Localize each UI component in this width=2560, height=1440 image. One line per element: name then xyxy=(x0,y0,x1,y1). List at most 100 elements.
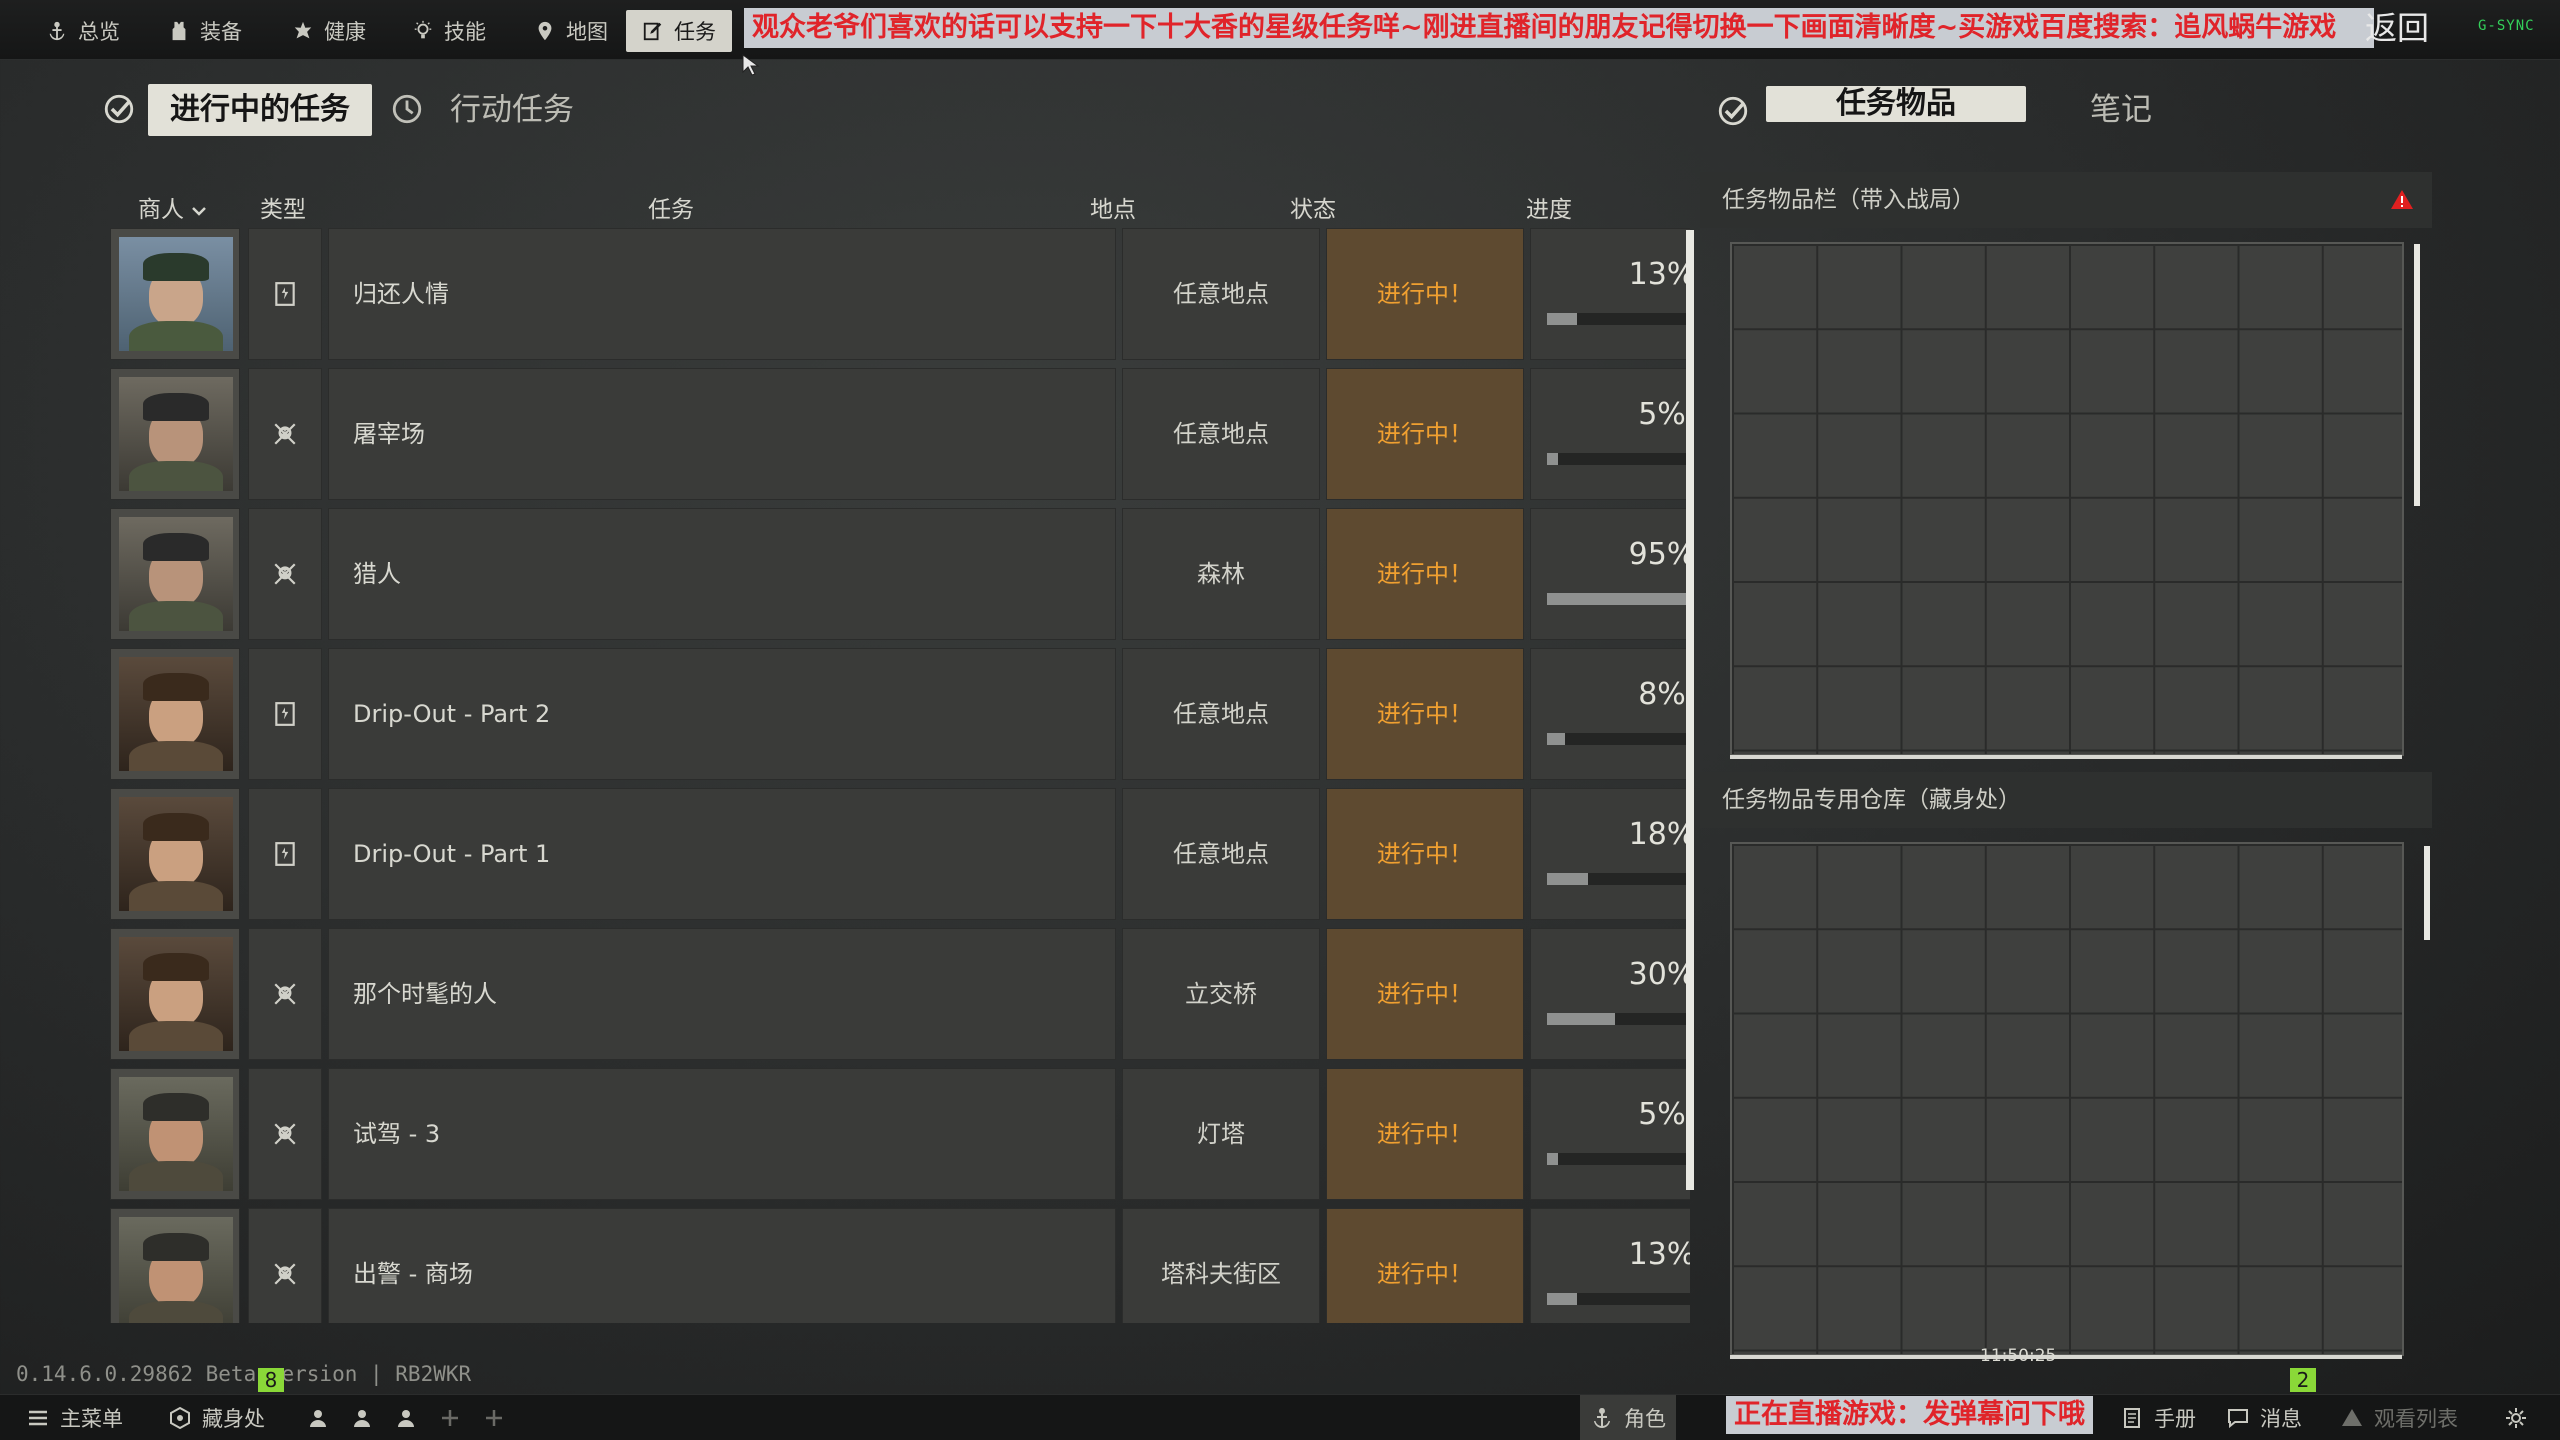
squad-slot-2[interactable] xyxy=(340,1395,384,1440)
progress-percent: 13% xyxy=(1628,257,1690,292)
header-location[interactable]: 地点 xyxy=(1090,190,1136,224)
task-type-cell xyxy=(248,1068,322,1200)
task-status: 进行中！ xyxy=(1326,788,1524,920)
warning-icon xyxy=(2342,1409,2362,1426)
task-location: 任意地点 xyxy=(1122,228,1320,360)
tab-skills[interactable]: 技能 xyxy=(396,10,502,52)
trader-cell[interactable] xyxy=(110,1208,240,1323)
task-list-scrollbar[interactable] xyxy=(1686,230,1694,1190)
task-name[interactable]: Drip-Out - Part 1 xyxy=(328,788,1116,920)
check-circle-icon xyxy=(1718,96,1748,126)
header-trader[interactable]: 商人 xyxy=(138,190,207,224)
trader-portrait-ragman xyxy=(119,797,233,911)
tab-notes[interactable]: 笔记 xyxy=(2090,84,2152,136)
task-row[interactable]: Drip-Out - Part 1 任意地点 进行中！ 18% xyxy=(110,788,1690,920)
sub-header: 进行中的任务 行动任务 任务物品 笔记 xyxy=(0,62,2560,158)
task-name[interactable]: 归还人情 xyxy=(328,228,1116,360)
task-name[interactable]: 那个时髦的人 xyxy=(328,928,1116,1060)
task-type-cell xyxy=(248,788,322,920)
messages-button[interactable]: 消息 xyxy=(2216,1395,2312,1440)
tab-health[interactable]: 健康 xyxy=(276,10,382,52)
chat-icon xyxy=(2228,1409,2248,1429)
clock-icon xyxy=(392,94,422,124)
tab-map[interactable]: 地图 xyxy=(518,10,624,52)
tab-action-tasks[interactable]: 行动任务 xyxy=(450,84,574,136)
task-row[interactable]: 归还人情 任意地点 进行中！ 13% xyxy=(110,228,1690,360)
progress-bar-fill xyxy=(1547,1013,1615,1025)
trader-cell[interactable] xyxy=(110,788,240,920)
task-name[interactable]: 屠宰场 xyxy=(328,368,1116,500)
clock: 11:50:25 xyxy=(1980,1346,2057,1366)
header-type[interactable]: 类型 xyxy=(260,190,306,224)
squad-slot-1[interactable] xyxy=(296,1395,340,1440)
task-progress-cell: 18% xyxy=(1530,788,1690,920)
watchlist-button[interactable]: 观看列表 xyxy=(2330,1395,2468,1440)
tab-tasks-label: 任务 xyxy=(674,20,716,44)
task-type-cell xyxy=(248,928,322,1060)
task-location: 立交桥 xyxy=(1122,928,1320,1060)
map-pin-icon xyxy=(534,20,556,42)
header-task[interactable]: 任务 xyxy=(648,190,694,224)
tab-active-tasks[interactable]: 进行中的任务 xyxy=(148,84,372,136)
task-row[interactable]: 出警 - 商场 塔科夫街区 进行中！ 13% xyxy=(110,1208,1690,1323)
task-name[interactable]: 猎人 xyxy=(328,508,1116,640)
tab-quest-items[interactable]: 任务物品 xyxy=(1766,86,2026,122)
trader-portrait-ragman xyxy=(119,937,233,1051)
trader-cell[interactable] xyxy=(110,368,240,500)
trader-cell[interactable] xyxy=(110,1068,240,1200)
task-row[interactable]: 屠宰场 任意地点 进行中！ 5% xyxy=(110,368,1690,500)
progress-bar xyxy=(1547,453,1690,465)
task-row[interactable]: 那个时髦的人 立交桥 进行中！ 30% xyxy=(110,928,1690,1060)
raid-grid-scrollbar[interactable] xyxy=(2414,244,2420,506)
add-squad-button[interactable] xyxy=(428,1395,472,1440)
squad-slot-3[interactable] xyxy=(384,1395,428,1440)
hideout-button[interactable]: 藏身处 xyxy=(158,1395,275,1440)
task-row[interactable]: 猎人 森林 进行中！ 95% xyxy=(110,508,1690,640)
progress-bar-fill xyxy=(1547,1153,1558,1165)
bottom-bar: 主菜单 藏身处 角色 手册 消息 观看列表 xyxy=(0,1394,2560,1440)
tab-tasks[interactable]: 任务 xyxy=(626,10,732,52)
task-name[interactable]: 试驾 - 3 xyxy=(328,1068,1116,1200)
trader-cell[interactable] xyxy=(110,508,240,640)
character-button[interactable]: 角色 xyxy=(1580,1395,1676,1440)
main-menu-button[interactable]: 主菜单 xyxy=(16,1395,133,1440)
header-progress[interactable]: 进度 xyxy=(1526,190,1572,224)
trader-portrait-jaeger xyxy=(119,377,233,491)
header-status[interactable]: 状态 xyxy=(1290,190,1336,224)
settings-button[interactable] xyxy=(2494,1395,2538,1440)
handbook-button[interactable]: 手册 xyxy=(2110,1395,2206,1440)
hideout-grid-scrollbar[interactable] xyxy=(2424,846,2430,940)
trader-portrait-mechanic xyxy=(119,1217,233,1323)
trader-cell[interactable] xyxy=(110,228,240,360)
quest-items-hideout-title: 任务物品专用仓库（藏身处） xyxy=(1700,772,2432,828)
anchor-icon xyxy=(46,20,68,42)
task-status: 进行中！ xyxy=(1326,1208,1524,1323)
quest-items-raid-grid[interactable] xyxy=(1730,242,2404,756)
task-location: 任意地点 xyxy=(1122,788,1320,920)
task-status: 进行中！ xyxy=(1326,928,1524,1060)
progress-bar-fill xyxy=(1547,593,1690,605)
trader-portrait-mechanic xyxy=(119,1077,233,1191)
tab-gear[interactable]: 装备 xyxy=(152,10,258,52)
task-row[interactable]: Drip-Out - Part 2 任意地点 进行中！ 8% xyxy=(110,648,1690,780)
check-circle-icon xyxy=(104,94,134,124)
progress-percent: 18% xyxy=(1628,817,1690,852)
hideout-icon xyxy=(170,1406,190,1430)
task-location: 任意地点 xyxy=(1122,648,1320,780)
add-squad-button[interactable] xyxy=(472,1395,516,1440)
task-edit-icon xyxy=(642,20,664,42)
trader-cell[interactable] xyxy=(110,928,240,1060)
task-name[interactable]: Drip-Out - Part 2 xyxy=(328,648,1116,780)
task-row[interactable]: 试驾 - 3 灯塔 进行中！ 5% xyxy=(110,1068,1690,1200)
progress-percent: 13% xyxy=(1628,1237,1690,1272)
task-location: 森林 xyxy=(1122,508,1320,640)
quest-items-hideout-grid[interactable] xyxy=(1730,842,2404,1356)
tab-overview[interactable]: 总览 xyxy=(30,10,136,52)
stream-overlay-banner: 观众老爷们喜欢的话可以支持一下十大香的星级任务咩~刚进直播间的朋友记得切换一下画… xyxy=(744,8,2374,48)
trader-portrait-prapor xyxy=(119,237,233,351)
task-name[interactable]: 出警 - 商场 xyxy=(328,1208,1116,1323)
return-button[interactable]: 返回 xyxy=(2365,6,2429,50)
trader-cell[interactable] xyxy=(110,648,240,780)
progress-bar-fill xyxy=(1547,873,1588,885)
person-icon xyxy=(310,1410,326,1427)
